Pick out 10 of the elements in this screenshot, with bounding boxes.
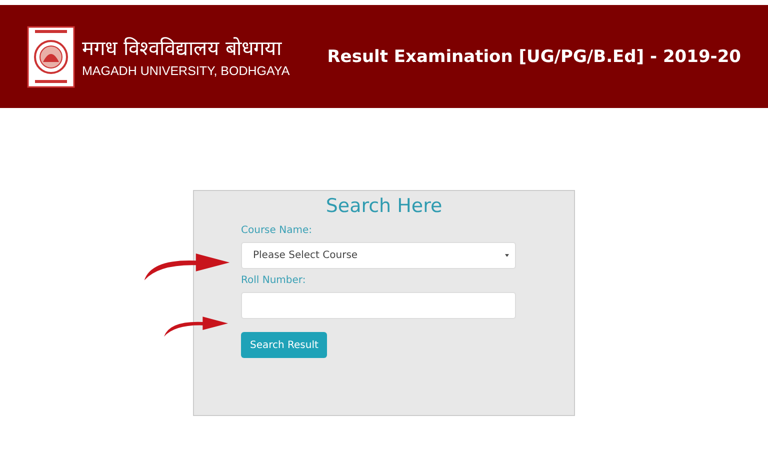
field-label: Roll Number: (241, 275, 306, 286)
course-select[interactable]: Please Select Course (241, 242, 516, 269)
field-label: Course Name: (241, 225, 312, 236)
page-title: Result Examination [UG/PG/B.Ed] - 2019-20 (327, 46, 741, 66)
input-field[interactable] (241, 292, 516, 319)
university-name-hindi: मगध विश्वविद्यालय बोधगया (82, 36, 283, 60)
university-name: MAGADH UNIVERSITY, BODHGAYA (82, 64, 290, 78)
university-logo-icon (27, 26, 75, 88)
form-title: Search Here (326, 194, 442, 219)
caret-icon (505, 254, 509, 257)
